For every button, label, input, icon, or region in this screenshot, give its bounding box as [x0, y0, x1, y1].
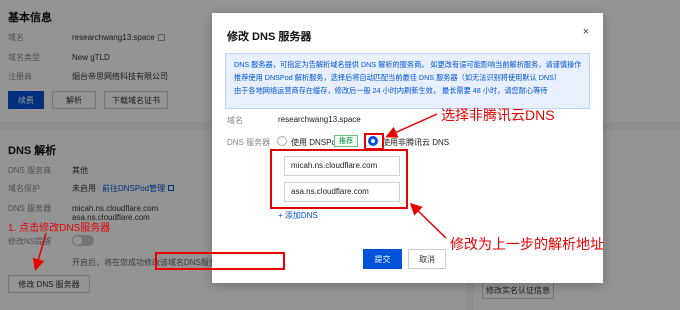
- notice-line: DNS 服务器，可指定为告解析域名提供 DNS 解析的服务商。 如更改有误可能影…: [234, 60, 582, 69]
- annotation-box-modify-dns: [155, 252, 285, 270]
- annotation-box-radio: [364, 133, 384, 150]
- notice-line: 由于各地网络运营商存在缓存，修改后一般 24 小时内刷新生效， 最长需要 48 …: [234, 86, 548, 95]
- option-non-tencent-label[interactable]: 使用非腾讯云 DNS: [382, 137, 449, 148]
- radio-dnspod[interactable]: [277, 136, 287, 146]
- close-icon[interactable]: ×: [580, 26, 592, 38]
- dialog-title: 修改 DNS 服务器: [227, 31, 312, 43]
- annotation-change-address: 修改为上一步的解析地址: [450, 236, 604, 252]
- option-dnspod-label[interactable]: 使用 DNSPod: [291, 137, 340, 148]
- dns-server-label: DNS 服务器: [227, 138, 271, 147]
- recommend-badge: 推荐: [334, 135, 358, 147]
- annotation-click-modify: 1. 点击修改DNS服务器: [8, 223, 111, 234]
- domain-label: 域名: [227, 116, 243, 125]
- info-notice: DNS 服务器，可指定为告解析域名提供 DNS 解析的服务商。 如更改有误可能影…: [225, 53, 590, 109]
- add-dns-link[interactable]: + 添加DNS: [278, 210, 318, 221]
- annotation-select-non-tencent: 选择非腾讯云DNS: [441, 107, 555, 123]
- annotation-box-ns-inputs: [270, 149, 408, 209]
- cancel-button[interactable]: 取消: [408, 249, 446, 269]
- notice-line: 推荐使用 DNSPod 解析服务，选择后将自动匹配当前最佳 DNS 服务器（如无…: [234, 73, 562, 82]
- domain-value: researchwang13.space: [278, 115, 361, 124]
- submit-button[interactable]: 提交: [363, 249, 402, 269]
